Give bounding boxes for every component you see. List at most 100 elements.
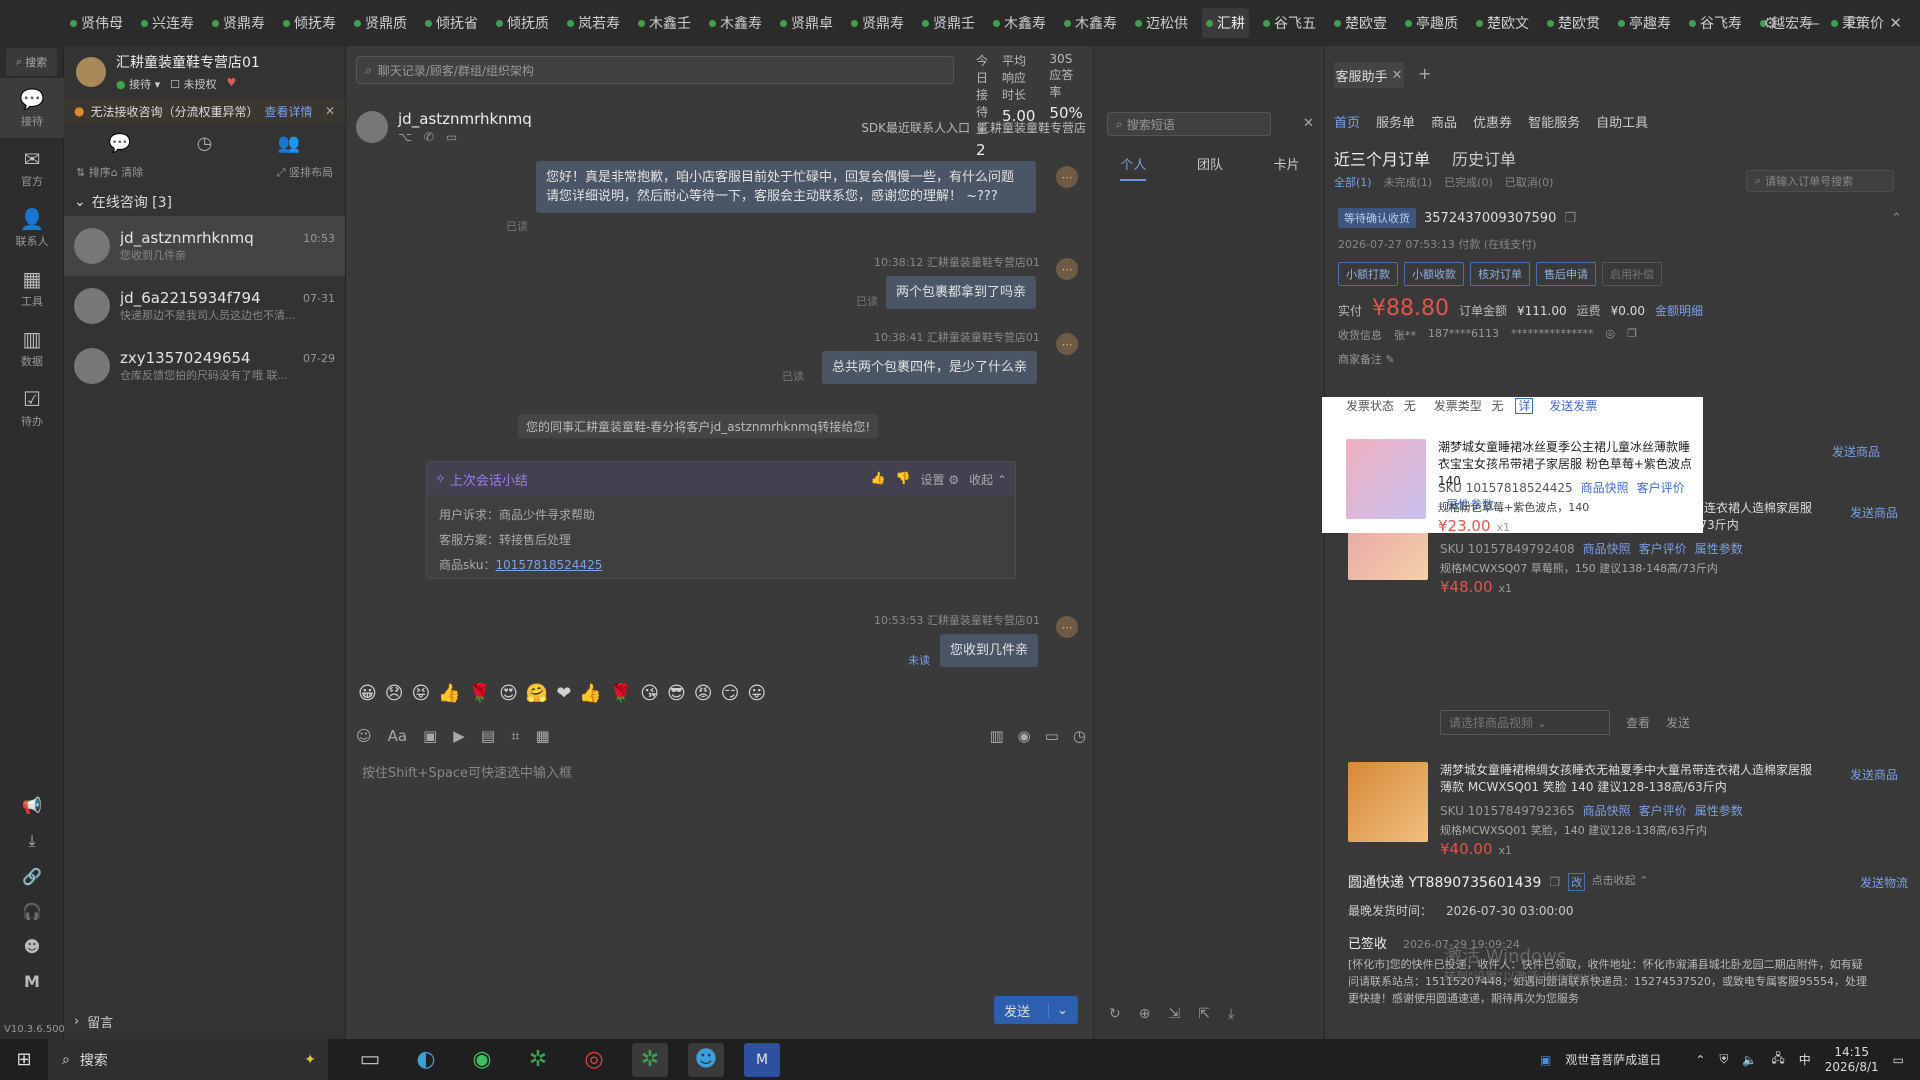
tab-assist-nav-1[interactable]: 服务单: [1376, 112, 1415, 131]
rail-item-chat[interactable]: 💬 接待: [0, 78, 64, 138]
tab-item[interactable]: 楚欧文: [1472, 8, 1533, 38]
close-icon[interactable]: ✕: [1392, 68, 1403, 83]
order-search-input[interactable]: ⌕ 请输入订单号搜索: [1746, 170, 1894, 192]
emoji-button[interactable]: 😏: [721, 683, 740, 704]
add-icon[interactable]: ⊕: [1139, 1006, 1151, 1022]
sort-button[interactable]: ⇅ 排序: [76, 164, 111, 180]
tab-order-range-0[interactable]: 近三个月订单: [1334, 146, 1430, 170]
tab-assist-nav-0[interactable]: 首页: [1334, 112, 1360, 131]
tab-item[interactable]: 楚欧壹: [1330, 8, 1391, 38]
close-icon[interactable]: ✕: [1889, 14, 1902, 32]
windows-start-icon[interactable]: ⊞: [0, 1039, 48, 1080]
tab-item[interactable]: 谷飞五: [1259, 8, 1320, 38]
tab-order-range-1[interactable]: 历史订单: [1452, 146, 1516, 170]
tab-order-filter-0[interactable]: 全部(1): [1334, 174, 1372, 190]
close-icon[interactable]: ✕: [325, 104, 335, 118]
emoji-button[interactable]: 😡: [694, 683, 713, 704]
ime-indicator[interactable]: 中: [1799, 1051, 1811, 1068]
export-icon[interactable]: ⇱: [1198, 1006, 1210, 1022]
sdk-link[interactable]: SDK最近联系人入口: [861, 119, 970, 136]
thumbs-up-icon[interactable]: 👍: [871, 471, 886, 488]
refresh-icon[interactable]: ↻: [1109, 1006, 1121, 1022]
tab-item[interactable]: 谷飞寿: [1685, 8, 1746, 38]
review-link[interactable]: 客户评价: [1639, 804, 1687, 818]
shield-icon[interactable]: ⛨: [1719, 1052, 1728, 1067]
view-button[interactable]: 查看: [1626, 714, 1650, 731]
send-product-link[interactable]: 发送商品: [1850, 766, 1898, 783]
table-icon[interactable]: ▦: [535, 727, 549, 745]
clock[interactable]: 14:15 2026/8/1: [1825, 1045, 1879, 1075]
order-action-button[interactable]: 售后申请: [1536, 262, 1596, 286]
chat-bubble-icon[interactable]: 💬: [109, 133, 131, 154]
emoji-icon[interactable]: ☺: [356, 727, 372, 745]
tab-item[interactable]: 贤鼎寿: [208, 8, 269, 38]
tab-item[interactable]: 亭趣质: [1401, 8, 1462, 38]
tab-item[interactable]: 迈松供: [1131, 8, 1192, 38]
warning-link[interactable]: 查看详情: [265, 103, 313, 120]
tab-item[interactable]: 倾抚寿: [279, 8, 340, 38]
copy-icon[interactable]: ❐: [1549, 875, 1560, 889]
tab-item[interactable]: 贤鼎卓: [776, 8, 837, 38]
emoji-button[interactable]: 😝: [412, 683, 431, 704]
rail-search[interactable]: ⌕ 搜索: [6, 48, 57, 76]
tab-assist-nav-2[interactable]: 商品: [1431, 112, 1457, 131]
history-icon[interactable]: ◷: [1073, 727, 1086, 745]
rail-item-grid[interactable]: ▦ 工具: [0, 258, 64, 318]
app-icon[interactable]: M: [744, 1042, 780, 1077]
image-icon[interactable]: ▣: [423, 727, 437, 745]
tab-item[interactable]: 倾抚质: [492, 8, 553, 38]
tab-assistant[interactable]: 客服助手 ✕: [1334, 62, 1404, 88]
status-badge[interactable]: ● 接待 ▾: [116, 76, 160, 92]
attr-link[interactable]: 属性参数: [1695, 804, 1743, 818]
megaphone-icon[interactable]: 📢: [22, 796, 42, 815]
tab-item[interactable]: 岚若寿: [563, 8, 624, 38]
video-select[interactable]: 请选择商品视频 ⌄: [1440, 710, 1610, 735]
edit-icon[interactable]: ✎: [1386, 353, 1395, 366]
phone-icon[interactable]: ✆: [424, 130, 434, 144]
emoji-button[interactable]: ❤: [556, 683, 571, 704]
emoji-button[interactable]: 👍: [579, 683, 601, 704]
clock-icon[interactable]: ◷: [197, 133, 213, 154]
review-link[interactable]: 客户评价: [1637, 481, 1685, 495]
tag-icon[interactable]: ⌥: [398, 130, 412, 144]
font-icon[interactable]: Aa: [388, 727, 407, 745]
tab-assist-nav-3[interactable]: 优惠券: [1473, 112, 1512, 131]
emoji-button[interactable]: 🌹: [610, 683, 632, 704]
settings-button[interactable]: 设置 ⚙: [921, 471, 960, 488]
task-view-icon[interactable]: ▭: [352, 1043, 388, 1077]
product-image[interactable]: [1346, 439, 1426, 519]
emoji-button[interactable]: 🌹: [469, 683, 491, 704]
tab-assist-nav-4[interactable]: 智能服务: [1528, 112, 1580, 131]
tab-item[interactable]: 贤鼎质: [350, 8, 411, 38]
tab-order-filter-3[interactable]: 已取消(0): [1505, 174, 1554, 190]
tab-item[interactable]: 贤鼎寿: [847, 8, 908, 38]
tab-item[interactable]: 木鑫寿: [989, 8, 1050, 38]
chevron-up-icon[interactable]: ⌃: [1891, 211, 1902, 226]
send-button[interactable]: 发送 ⌄: [994, 996, 1078, 1024]
quick-reply-icon[interactable]: ▭: [1045, 727, 1059, 745]
network-icon[interactable]: 🖧: [1771, 1049, 1784, 1070]
comment-icon[interactable]: ▭: [446, 130, 457, 144]
order-action-button[interactable]: 核对订单: [1470, 262, 1530, 286]
notification-icon[interactable]: ▭: [1893, 1053, 1904, 1067]
link-icon[interactable]: 🔗: [22, 867, 42, 886]
invoice-detail-link[interactable]: 详: [1515, 398, 1534, 414]
emoji-button[interactable]: 😘: [640, 683, 659, 704]
tab-item[interactable]: 汇耕: [1202, 8, 1249, 38]
send-product-link[interactable]: 发送商品: [1832, 443, 1880, 460]
headset-icon[interactable]: 🎧: [22, 902, 42, 921]
note-bar[interactable]: › 留言: [64, 1003, 346, 1039]
send-video-button[interactable]: 发送: [1666, 714, 1690, 731]
attr-link[interactable]: 属性参数: [1695, 542, 1743, 556]
shop-avatar[interactable]: [76, 57, 106, 87]
review-link[interactable]: 客户评价: [1639, 542, 1687, 556]
edit-link[interactable]: 改: [1568, 873, 1586, 891]
tab-phrase-1[interactable]: 团队: [1197, 154, 1223, 181]
emoji-button[interactable]: 👍: [438, 683, 460, 704]
tab-item[interactable]: 木鑫寿: [1060, 8, 1121, 38]
crop-icon[interactable]: ⌗: [511, 727, 519, 745]
snapshot-link[interactable]: 商品快照: [1581, 481, 1629, 495]
weather-text[interactable]: 观世音菩萨成道日: [1565, 1051, 1661, 1068]
tab-phrase-0[interactable]: 个人: [1120, 154, 1147, 181]
app-icon[interactable]: ✲: [632, 1042, 668, 1077]
